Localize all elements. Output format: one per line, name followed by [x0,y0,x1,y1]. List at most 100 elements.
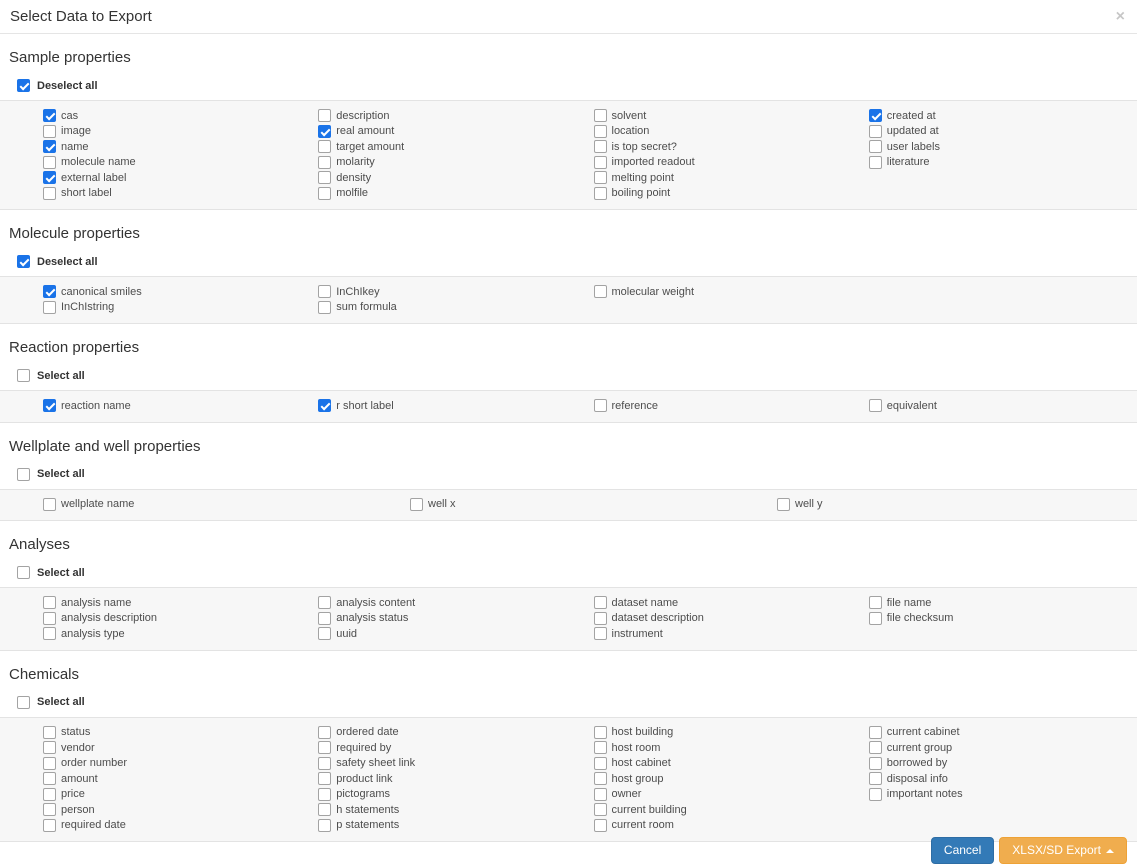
section-reaction-properties: Reaction propertiesSelect allreaction na… [0,339,1137,423]
checkbox-melting-point[interactable] [594,171,607,184]
checkbox-description[interactable] [318,109,331,122]
column-4: created atupdated atuser labelsliteratur… [854,108,1129,201]
checkbox-molarity[interactable] [318,156,331,169]
checkbox-price[interactable] [43,788,56,801]
cancel-button[interactable]: Cancel [931,837,994,864]
section-analyses: AnalysesSelect allanalysis nameanalysis … [0,536,1137,651]
checkbox-current-cabinet[interactable] [869,726,882,739]
checkbox-created-at[interactable] [869,109,882,122]
checkbox-literature[interactable] [869,156,882,169]
checkbox-disposal-info[interactable] [869,772,882,785]
checkbox-analysis-content[interactable] [318,596,331,609]
checkbox-well-x[interactable] [410,498,423,511]
checkbox-inchistring[interactable] [43,301,56,314]
checkbox-well-y[interactable] [777,498,790,511]
checkbox-current-room[interactable] [594,819,607,832]
checkbox-molecule-name[interactable] [43,156,56,169]
checkbox-label: solvent [612,110,647,122]
checkbox-dataset-description[interactable] [594,612,607,625]
checkbox-user-labels[interactable] [869,140,882,153]
checkbox-molecular-weight[interactable] [594,285,607,298]
checkbox-cas[interactable] [43,109,56,122]
select-all-checkbox-reaction-properties[interactable] [17,369,30,382]
checkbox-product-link[interactable] [318,772,331,785]
checkbox-name[interactable] [43,140,56,153]
checkbox-owner[interactable] [594,788,607,801]
select-all-checkbox-wellplate-and-well-properties[interactable] [17,468,30,481]
xlsx-sd-export-button[interactable]: XLSX/SD Export [999,837,1127,864]
select-all-checkbox-analyses[interactable] [17,566,30,579]
checkbox-required-date[interactable] [43,819,56,832]
checkbox-item: amount [43,771,303,787]
checkbox-analysis-type[interactable] [43,627,56,640]
checkbox-equivalent[interactable] [869,399,882,412]
checkbox-density[interactable] [318,171,331,184]
checkbox-host-building[interactable] [594,726,607,739]
select-all-checkbox-chemicals[interactable] [17,696,30,709]
checkbox-inchikey[interactable] [318,285,331,298]
checkbox-short-label[interactable] [43,187,56,200]
checkbox-external-label[interactable] [43,171,56,184]
checkbox-vendor[interactable] [43,741,56,754]
checkbox-imported-readout[interactable] [594,156,607,169]
checkbox-sum-formula[interactable] [318,301,331,314]
checkbox-wellplate-name[interactable] [43,498,56,511]
section-chemicals: ChemicalsSelect allstatusvendororder num… [0,666,1137,843]
checkbox-safety-sheet-link[interactable] [318,757,331,770]
checkbox-canonical-smiles[interactable] [43,285,56,298]
checkbox-host-cabinet[interactable] [594,757,607,770]
checkbox-real-amount[interactable] [318,125,331,138]
checkbox-borrowed-by[interactable] [869,757,882,770]
checkbox-label: reaction name [61,400,131,412]
checkbox-person[interactable] [43,803,56,816]
checkbox-item: host group [594,771,854,787]
checkbox-status[interactable] [43,726,56,739]
checkbox-item: price [43,787,303,803]
checkbox-file-checksum[interactable] [869,612,882,625]
checkbox-p-statements[interactable] [318,819,331,832]
checkbox-label: safety sheet link [336,757,415,769]
checkbox-current-group[interactable] [869,741,882,754]
checkbox-item: owner [594,787,854,803]
checkbox-item: external label [43,170,303,186]
checkbox-current-building[interactable] [594,803,607,816]
checkbox-molfile[interactable] [318,187,331,200]
checkbox-updated-at[interactable] [869,125,882,138]
checkbox-panel-analyses: analysis nameanalysis descriptionanalysi… [0,587,1137,651]
checkbox-important-notes[interactable] [869,788,882,801]
checkbox-analysis-status[interactable] [318,612,331,625]
modal-title: Select Data to Export [10,8,1116,25]
checkbox-order-number[interactable] [43,757,56,770]
checkbox-ordered-date[interactable] [318,726,331,739]
toggle-row-wellplate-and-well-properties: Select all [17,468,1137,481]
checkbox-image[interactable] [43,125,56,138]
deselect-all-checkbox-sample-properties[interactable] [17,79,30,92]
checkbox-instrument[interactable] [594,627,607,640]
checkbox-reference[interactable] [594,399,607,412]
checkbox-boiling-point[interactable] [594,187,607,200]
checkbox-h-statements[interactable] [318,803,331,816]
close-icon[interactable]: × [1116,9,1125,25]
checkbox-required-by[interactable] [318,741,331,754]
checkbox-target-amount[interactable] [318,140,331,153]
checkbox-item: InChIstring [43,300,303,316]
checkbox-host-group[interactable] [594,772,607,785]
deselect-all-checkbox-molecule-properties[interactable] [17,255,30,268]
export-button-label: XLSX/SD Export [1012,843,1101,857]
section-heading-molecule-properties: Molecule properties [9,225,1137,242]
checkbox-reaction-name[interactable] [43,399,56,412]
checkbox-pictograms[interactable] [318,788,331,801]
checkbox-item: molecular weight [594,284,854,300]
checkbox-file-name[interactable] [869,596,882,609]
checkbox-analysis-name[interactable] [43,596,56,609]
checkbox-is-top-secret[interactable] [594,140,607,153]
checkbox-dataset-name[interactable] [594,596,607,609]
checkbox-host-room[interactable] [594,741,607,754]
checkbox-r-short-label[interactable] [318,399,331,412]
checkbox-location[interactable] [594,125,607,138]
checkbox-solvent[interactable] [594,109,607,122]
checkbox-amount[interactable] [43,772,56,785]
checkbox-uuid[interactable] [318,627,331,640]
checkbox-analysis-description[interactable] [43,612,56,625]
checkbox-label: molecule name [61,156,136,168]
